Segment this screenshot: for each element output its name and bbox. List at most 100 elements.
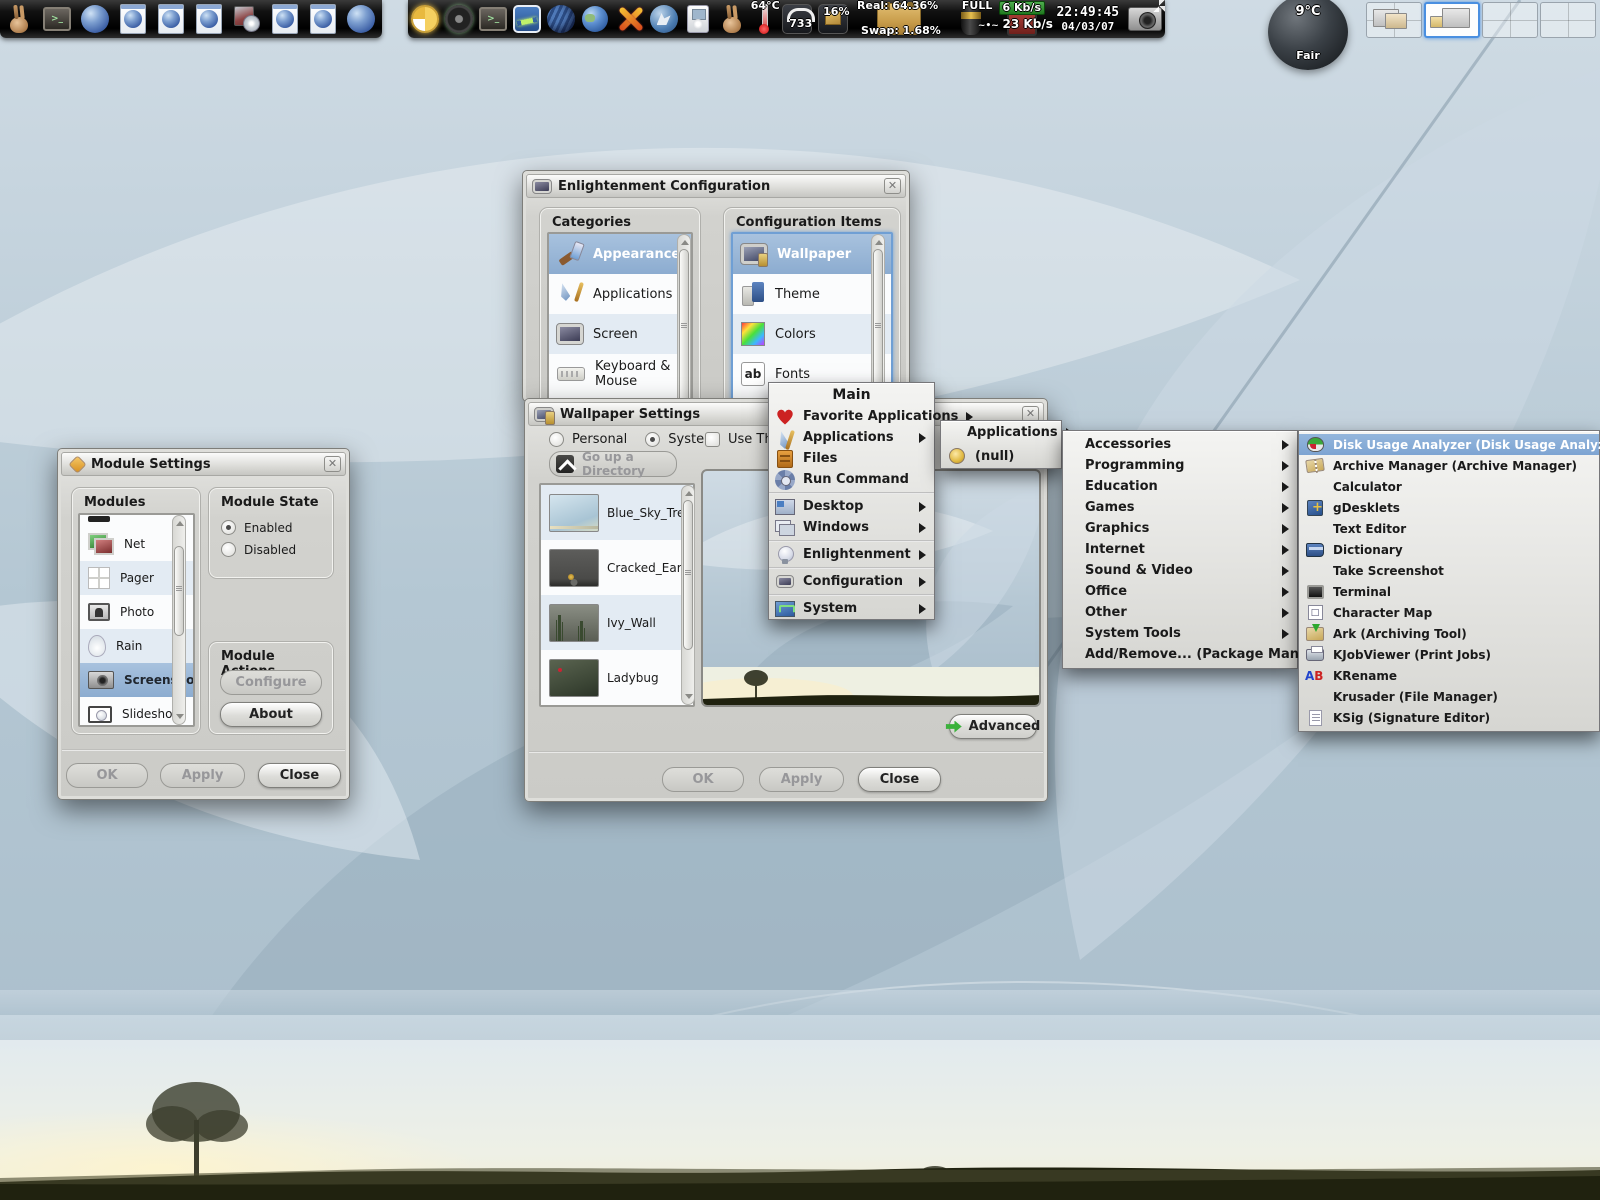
- system-monitor-icon[interactable]: [510, 0, 544, 38]
- fan-speed-gadget[interactable]: 733: [779, 0, 815, 38]
- terminal-icon[interactable]: [476, 0, 510, 38]
- personal-radio[interactable]: [549, 432, 564, 447]
- web-document-icon[interactable]: [114, 0, 152, 38]
- network-gadget[interactable]: 6 Kb/s 23 Kb/s: [995, 0, 1051, 38]
- system-radio[interactable]: [645, 432, 660, 447]
- memory-gadget[interactable]: Real: 64.36% Swap: 1.68%: [851, 0, 948, 38]
- submenu-item-applications[interactable]: Applications: [941, 421, 1061, 444]
- pager-desk-2-active[interactable]: [1424, 2, 1480, 38]
- category-item-other[interactable]: Other: [1063, 602, 1297, 623]
- web-document-icon[interactable]: [152, 0, 190, 38]
- category-item-internet[interactable]: Internet: [1063, 539, 1297, 560]
- battery-gadget[interactable]: FULL ~•~: [948, 0, 995, 38]
- app-item-archive-manager[interactable]: Archive Manager (Archive Manager): [1299, 455, 1599, 476]
- item-row-colors[interactable]: Colors: [733, 314, 891, 354]
- wolf-player-icon[interactable]: [647, 0, 681, 38]
- earth-browser-icon[interactable]: [578, 0, 612, 38]
- app-item-take-screenshot[interactable]: Take Screenshot: [1299, 560, 1599, 581]
- menu-item-configuration[interactable]: Configuration: [769, 571, 934, 592]
- web-document-icon[interactable]: [304, 0, 342, 38]
- globe-icon[interactable]: [342, 0, 380, 38]
- wallpaper-scroll-thumb[interactable]: [683, 500, 693, 650]
- wallpaper-list-scrollbar[interactable]: [681, 485, 695, 705]
- sun-dial-icon[interactable]: [408, 0, 442, 38]
- network-sphere-icon[interactable]: [544, 0, 578, 38]
- app-item-terminal[interactable]: Terminal: [1299, 581, 1599, 602]
- app-item-disk-usage-analyzer[interactable]: Disk Usage Analyzer (Disk Usage Analyzer…: [1299, 434, 1599, 455]
- category-item-programming[interactable]: Programming: [1063, 455, 1297, 476]
- category-row-appearance[interactable]: Appearance: [549, 234, 691, 274]
- category-item-system-tools[interactable]: System Tools: [1063, 623, 1297, 644]
- app-item-kjobviewer[interactable]: KJobViewer (Print Jobs): [1299, 644, 1599, 665]
- category-item-accessories[interactable]: Accessories: [1063, 434, 1297, 455]
- config-window-titlebar[interactable]: Enlightenment Configuration ✕: [526, 174, 906, 198]
- advanced-button[interactable]: Advanced: [949, 714, 1037, 739]
- screenshot-camera-icon[interactable]: [1126, 0, 1165, 38]
- menu-item-enlightenment[interactable]: Enlightenment: [769, 544, 934, 565]
- xchat-icon[interactable]: [612, 0, 646, 38]
- temperature-gadget[interactable]: 64°C: [749, 0, 780, 38]
- pager-desk-1[interactable]: [1366, 2, 1422, 38]
- app-item-ark[interactable]: Ark (Archiving Tool): [1299, 623, 1599, 644]
- package-installer-icon[interactable]: [228, 0, 266, 38]
- category-row-screen[interactable]: Screen: [549, 314, 691, 354]
- module-close-button[interactable]: Close: [258, 763, 341, 788]
- go-up-directory-button[interactable]: Go up a Directory: [549, 451, 677, 477]
- wallpaper-row-ivy-wall[interactable]: Ivy_Wall: [541, 595, 693, 650]
- web-document-icon[interactable]: [190, 0, 228, 38]
- category-row-applications[interactable]: Applications: [549, 274, 691, 314]
- config-window-close-button[interactable]: ✕: [884, 178, 901, 194]
- about-button[interactable]: About: [220, 702, 322, 727]
- modules-scroll-thumb[interactable]: [174, 546, 184, 636]
- pager-desk-4[interactable]: [1540, 2, 1596, 38]
- module-apply-button[interactable]: Apply: [160, 763, 245, 788]
- speaker-icon[interactable]: [442, 0, 476, 38]
- module-window-titlebar[interactable]: Module Settings ✕: [61, 452, 346, 476]
- globe-icon[interactable]: [76, 0, 114, 38]
- item-row-wallpaper[interactable]: Wallpaper: [733, 234, 891, 274]
- app-item-krename[interactable]: AB KRename: [1299, 665, 1599, 686]
- use-theme-checkbox[interactable]: [705, 432, 720, 447]
- menu-item-files[interactable]: Files: [769, 448, 934, 469]
- app-item-ksig[interactable]: KSig (Signature Editor): [1299, 707, 1599, 728]
- music-player-icon[interactable]: [681, 0, 715, 38]
- rabbit-icon[interactable]: [715, 0, 749, 38]
- category-item-graphics[interactable]: Graphics: [1063, 518, 1297, 539]
- item-row-theme[interactable]: Theme: [733, 274, 891, 314]
- rabbit-mascot-icon[interactable]: [0, 0, 38, 38]
- app-item-character-map[interactable]: □ Character Map: [1299, 602, 1599, 623]
- category-item-add-remove[interactable]: Add/Remove... (Package Manager): [1063, 644, 1297, 665]
- clock-gadget[interactable]: 22:49:45 04/03/07: [1050, 0, 1125, 38]
- configure-button[interactable]: Configure: [220, 670, 322, 695]
- menu-item-windows[interactable]: Windows: [769, 517, 934, 538]
- category-row-keyboard-mouse[interactable]: Keyboard & Mouse: [549, 354, 691, 394]
- web-document-icon[interactable]: [266, 0, 304, 38]
- app-item-calculator[interactable]: Calculator: [1299, 476, 1599, 497]
- wallpaper-apply-button[interactable]: Apply: [759, 767, 844, 792]
- app-item-text-editor[interactable]: Text Editor: [1299, 518, 1599, 539]
- config-items-scrollbar[interactable]: [871, 234, 885, 402]
- wallpaper-close-button[interactable]: Close: [858, 767, 941, 792]
- wallpaper-ok-button[interactable]: OK: [662, 767, 744, 792]
- wallpaper-row-ladybug[interactable]: Ladybug: [541, 650, 693, 705]
- module-ok-button[interactable]: OK: [66, 763, 148, 788]
- pager-desk-3[interactable]: [1482, 2, 1538, 38]
- wallpaper-row-blue-sky-tree[interactable]: Blue_Sky_Tree: [541, 485, 693, 540]
- menu-item-run-command[interactable]: Run Command: [769, 469, 934, 490]
- app-item-dictionary[interactable]: Dictionary: [1299, 539, 1599, 560]
- category-item-games[interactable]: Games: [1063, 497, 1297, 518]
- app-item-gdesklets[interactable]: gDesklets: [1299, 497, 1599, 518]
- usage-gadget[interactable]: 16%: [815, 0, 851, 38]
- config-items-scroll-thumb[interactable]: [873, 249, 883, 402]
- disabled-radio[interactable]: [221, 542, 236, 557]
- category-item-office[interactable]: Office: [1063, 581, 1297, 602]
- category-item-sound-video[interactable]: Sound & Video: [1063, 560, 1297, 581]
- menu-item-system[interactable]: System: [769, 598, 934, 619]
- wallpaper-row-cracked-earth[interactable]: Cracked_Earth: [541, 540, 693, 595]
- enabled-radio[interactable]: [221, 520, 236, 535]
- submenu-item-null[interactable]: (null): [941, 444, 1061, 468]
- categories-scrollbar[interactable]: [677, 234, 691, 402]
- categories-scroll-thumb[interactable]: [679, 249, 689, 402]
- modules-scrollbar[interactable]: [172, 515, 186, 725]
- menu-item-applications[interactable]: Applications: [769, 427, 934, 448]
